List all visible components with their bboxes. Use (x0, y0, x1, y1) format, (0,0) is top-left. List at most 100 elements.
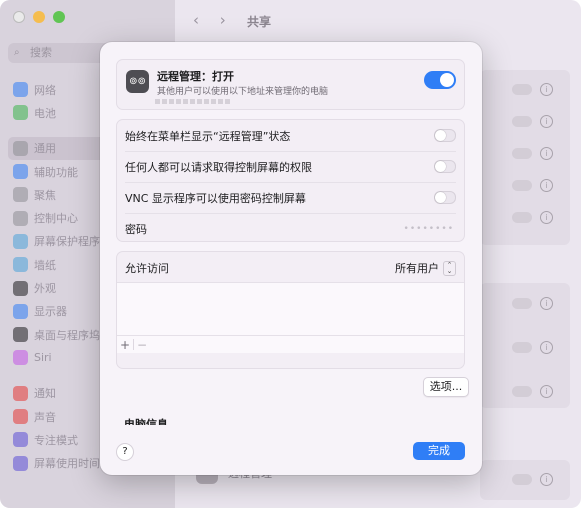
sidebar-item-icon (13, 187, 28, 203)
toggle-switch[interactable] (512, 474, 532, 485)
setting-row-menubar-status: 始终在菜单栏显示“远程管理”状态 (117, 120, 464, 151)
background-row: i (512, 147, 560, 160)
sidebar-item-label: 通用 (34, 142, 56, 156)
info-icon[interactable]: i (540, 341, 553, 354)
setting-row-request-control: 任何人都可以请求取得控制屏幕的权限 (117, 151, 464, 182)
sidebar-item-icon (13, 303, 28, 319)
toggle-switch[interactable] (512, 84, 532, 95)
sidebar-item-icon (13, 409, 28, 424)
search-icon: ⌕ (14, 47, 20, 58)
background-row: i (512, 179, 560, 192)
toggle-switch[interactable] (512, 180, 532, 191)
close-window-button[interactable] (13, 11, 25, 23)
sidebar-item-label: 专注模式 (34, 433, 78, 447)
access-label: 允许访问 (125, 261, 169, 275)
setting-row-vnc: VNC 显示程序可以使用密码控制屏幕 (117, 182, 464, 213)
options-button[interactable]: 选项... (423, 377, 469, 397)
menubar-status-toggle[interactable] (434, 129, 456, 142)
access-list-controls: + − (117, 335, 464, 353)
sidebar-item-label: Siri (34, 351, 52, 365)
request-control-toggle[interactable] (434, 160, 456, 173)
back-arrow-icon[interactable]: ‹ (193, 11, 199, 29)
toggle-switch[interactable] (512, 298, 532, 309)
zoom-window-button[interactable] (53, 11, 65, 23)
toggle-switch[interactable] (512, 116, 532, 127)
sidebar-item-label: 网络 (34, 83, 56, 97)
access-selected-value: 所有用户 (395, 262, 439, 275)
info-icon[interactable]: i (540, 147, 553, 160)
page-title: 共享 (247, 15, 272, 29)
binoculars-icon: ⊚⊚ (126, 70, 149, 93)
sidebar-item-icon (13, 233, 28, 249)
done-button[interactable]: 完成 (413, 442, 465, 460)
sidebar-item-icon (13, 164, 28, 180)
header-subtitle: 其他用户可以使用以下地址来管理你的电脑 (157, 87, 329, 97)
setting-label: VNC 显示程序可以使用密码控制屏幕 (125, 191, 306, 205)
info-icon[interactable]: i (540, 211, 553, 224)
sidebar-item-label: 屏幕保护程序 (34, 235, 100, 249)
setting-label: 任何人都可以请求取得控制屏幕的权限 (125, 160, 312, 174)
sidebar-item-label: 屏幕使用时间 (34, 457, 100, 471)
toggle-switch[interactable] (512, 386, 532, 397)
remote-management-toggle[interactable] (424, 71, 456, 89)
background-row: i (512, 341, 560, 354)
add-user-button[interactable]: + (117, 338, 133, 352)
toggle-switch[interactable] (512, 342, 532, 353)
sidebar-item-label: 辅助功能 (34, 165, 78, 179)
sidebar-item-icon (13, 385, 28, 401)
setting-row-password: 密码 •••••••• (117, 213, 464, 244)
navigation-arrows: ‹ › (193, 11, 242, 29)
chevron-up-down-icon: ⌃ ⌄ (443, 260, 456, 276)
background-row: i (512, 385, 560, 398)
sidebar-item-icon (13, 350, 28, 366)
background-row: i (512, 473, 560, 486)
background-row: i (512, 297, 560, 310)
sidebar-item-icon (13, 105, 28, 121)
password-label: 密码 (125, 222, 147, 236)
search-placeholder: 搜索 (30, 46, 52, 59)
access-card: 允许访问 所有用户 ⌃ ⌄ + − (116, 251, 465, 369)
sidebar-item-icon (13, 280, 28, 296)
address-redacted (155, 99, 230, 104)
sidebar-item-label: 声音 (34, 410, 56, 424)
toggle-switch[interactable] (512, 212, 532, 223)
access-user-list[interactable]: + − (117, 282, 464, 353)
sidebar-item-label: 通知 (34, 387, 56, 401)
remove-user-button[interactable]: − (134, 338, 150, 352)
sidebar-item-label: 外观 (34, 282, 56, 296)
sidebar-item-icon (13, 140, 28, 156)
toggle-switch[interactable] (512, 148, 532, 159)
info-icon[interactable]: i (540, 385, 553, 398)
info-icon[interactable]: i (540, 179, 553, 192)
sidebar-item-label: 聚焦 (34, 188, 56, 202)
sidebar-item-label: 控制中心 (34, 212, 78, 226)
settings-card: 始终在菜单栏显示“远程管理”状态 任何人都可以请求取得控制屏幕的权限 VNC 显… (116, 119, 465, 242)
help-button[interactable]: ? (116, 443, 134, 461)
background-row: i (512, 211, 560, 224)
sidebar-item-label: 墙纸 (34, 258, 56, 272)
sidebar-item-label: 桌面与程序坞 (34, 328, 100, 342)
info-icon[interactable]: i (540, 297, 553, 310)
sidebar-item-icon (13, 432, 28, 448)
info-icon[interactable]: i (540, 115, 553, 128)
info-icon[interactable]: i (540, 473, 553, 486)
system-settings-window: ⌕ 搜索 网络 电池 通用 辅助功能 聚焦 控制中心 屏幕保护程序 墙纸 外观 显示器 桌面与程序坞… (0, 0, 581, 508)
sidebar-item-label: 电池 (34, 106, 56, 120)
info-icon[interactable]: i (540, 83, 553, 96)
window-controls (13, 11, 65, 23)
setting-label: 始终在菜单栏显示“远程管理”状态 (125, 129, 291, 143)
forward-arrow-icon[interactable]: › (220, 11, 226, 29)
remote-management-sheet: ⊚⊚ 远程管理：打开 其他用户可以使用以下地址来管理你的电脑 始终在菜单栏显示“… (100, 42, 482, 475)
sidebar-item-icon (13, 327, 28, 343)
header-card: ⊚⊚ 远程管理：打开 其他用户可以使用以下地址来管理你的电脑 (116, 59, 465, 110)
background-row: i (512, 83, 560, 96)
sidebar-item-icon (13, 210, 28, 226)
access-popup-button[interactable]: 所有用户 ⌃ ⌄ (395, 260, 456, 276)
vnc-password-toggle[interactable] (434, 191, 456, 204)
sidebar-item-icon (13, 82, 28, 98)
password-field[interactable]: •••••••• (404, 224, 454, 234)
minimize-window-button[interactable] (33, 11, 45, 23)
background-row: i (512, 115, 560, 128)
computer-info-heading: 电脑信息 (124, 418, 168, 425)
sidebar-item-icon (13, 455, 28, 471)
